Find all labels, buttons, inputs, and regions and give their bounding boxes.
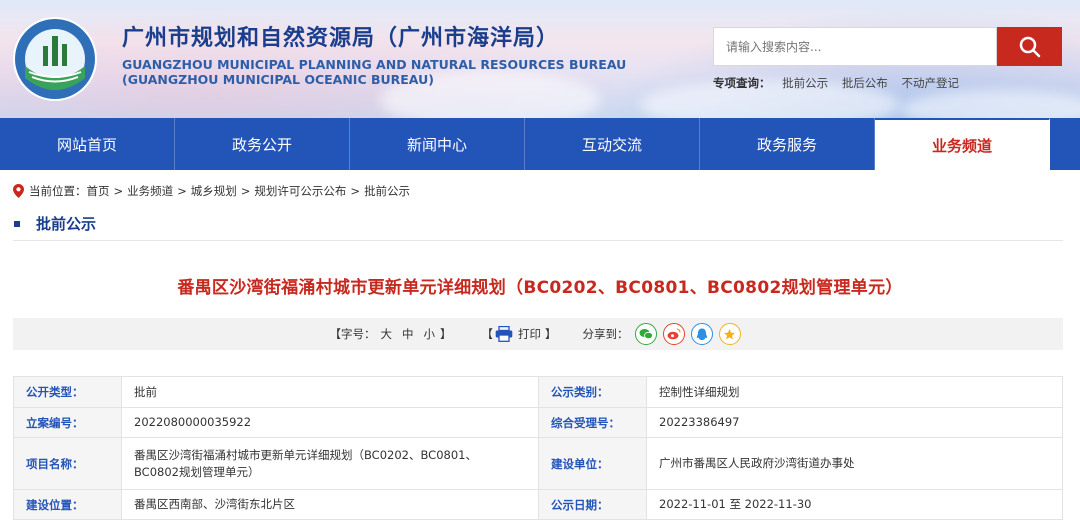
value-disclosure-type: 批前 bbox=[121, 376, 539, 408]
font-size-large[interactable]: 大 bbox=[381, 326, 393, 342]
nav-interaction[interactable]: 互动交流 bbox=[525, 118, 700, 170]
star-icon bbox=[724, 328, 735, 339]
share-favorite-button[interactable] bbox=[718, 323, 741, 345]
qq-icon bbox=[696, 328, 707, 340]
label-publicity-date: 公示日期： bbox=[538, 489, 647, 520]
site-title-cn: 广州市规划和自然资源局（广州市海洋局） bbox=[122, 26, 560, 51]
project-info-table: 公开类型： 批前 公示类别： 控制性详细规划 立案编号： 20220800000… bbox=[13, 376, 1063, 520]
weibo-icon bbox=[667, 328, 681, 340]
table-row: 建设位置： 番禺区西南部、沙湾街东北片区 公示日期： 2022-11-01 至 … bbox=[13, 489, 1063, 520]
share-weibo-button[interactable] bbox=[662, 323, 685, 345]
breadcrumb-urban-planning[interactable]: 城乡规划 bbox=[191, 183, 237, 199]
breadcrumb-business-channel[interactable]: 业务频道 bbox=[127, 183, 173, 199]
table-row: 公开类型： 批前 公示类别： 控制性详细规划 bbox=[13, 376, 1063, 408]
section-title-text: 批前公示 bbox=[36, 215, 97, 233]
table-row: 立案编号： 2022080000035922 综合受理号： 2022338649… bbox=[13, 407, 1063, 438]
quick-link-pre-publicity[interactable]: 批前公示 bbox=[782, 76, 828, 90]
label-construction-location: 建设位置： bbox=[13, 489, 122, 520]
search-icon bbox=[1019, 36, 1040, 57]
label-construction-unit: 建设单位： bbox=[538, 437, 647, 490]
label-disclosure-type: 公开类型： bbox=[13, 376, 122, 408]
value-project-name: 番禺区沙湾街福涌村城市更新单元详细规划（BC0202、BC0801、BC0802… bbox=[121, 437, 539, 490]
breadcrumb-permit-publicity[interactable]: 规划许可公示公布 bbox=[254, 183, 346, 199]
wechat-icon bbox=[639, 329, 653, 340]
location-pin-icon bbox=[13, 184, 24, 198]
section-divider bbox=[13, 240, 1063, 241]
nav-home[interactable]: 网站首页 bbox=[0, 118, 175, 170]
article-toolbar: 【字号： 大 中 小 】 【 打印 】 分享到： bbox=[13, 318, 1063, 350]
breadcrumb-pre-publicity[interactable]: 批前公示 bbox=[364, 183, 410, 199]
quick-link-property-registration[interactable]: 不动产登记 bbox=[901, 76, 959, 90]
value-case-number: 2022080000035922 bbox=[121, 407, 539, 438]
nav-business-channel[interactable]: 业务频道 bbox=[875, 118, 1050, 170]
share-qq-button[interactable] bbox=[690, 323, 713, 345]
value-publicity-date: 2022-11-01 至 2022-11-30 bbox=[646, 489, 1063, 520]
value-construction-location: 番禺区西南部、沙湾街东北片区 bbox=[121, 489, 539, 520]
nav-government-affairs[interactable]: 政务公开 bbox=[175, 118, 350, 170]
quick-link-post-publicity[interactable]: 批后公布 bbox=[842, 76, 888, 90]
breadcrumb: 当前位置： 首页 > 业务频道 > 城乡规划 > 规划许可公示公布 > 批前公示 bbox=[13, 183, 410, 199]
value-publicity-category: 控制性详细规划 bbox=[646, 376, 1063, 408]
search-input[interactable] bbox=[713, 27, 997, 66]
quick-links-label: 专项查询： bbox=[713, 76, 771, 90]
table-row: 项目名称： 番禺区沙湾街福涌村城市更新单元详细规划（BC0202、BC0801、… bbox=[13, 437, 1063, 490]
font-size-group: 【字号： 大 中 小 】 bbox=[329, 326, 452, 342]
breadcrumb-label: 当前位置： bbox=[29, 184, 87, 198]
article-title: 番禺区沙湾街福涌村城市更新单元详细规划（BC0202、BC0801、BC0802… bbox=[177, 278, 903, 298]
site-title-en-line2: (GUANGZHOU MUNICIPAL OCEANIC BUREAU) bbox=[122, 72, 434, 87]
nav-government-services[interactable]: 政务服务 bbox=[700, 118, 875, 170]
font-size-small[interactable]: 小 bbox=[424, 326, 436, 342]
share-wechat-button[interactable] bbox=[634, 323, 657, 345]
share-label: 分享到： bbox=[582, 327, 629, 341]
font-size-medium[interactable]: 中 bbox=[402, 326, 414, 342]
search-button[interactable] bbox=[997, 27, 1062, 66]
section-title: 批前公示 bbox=[14, 213, 96, 234]
bureau-logo bbox=[13, 17, 97, 101]
label-acceptance-number: 综合受理号： bbox=[538, 407, 647, 438]
printer-icon bbox=[495, 326, 513, 342]
quick-links: 专项查询： 批前公示 批后公布 不动产登记 bbox=[713, 75, 969, 91]
label-case-number: 立案编号： bbox=[13, 407, 122, 438]
value-acceptance-number: 20223386497 bbox=[646, 407, 1063, 438]
section-marker bbox=[14, 220, 20, 227]
site-title-en-line1: GUANGZHOU MUNICIPAL PLANNING AND NATURAL… bbox=[122, 57, 627, 72]
nav-news-center[interactable]: 新闻中心 bbox=[350, 118, 525, 170]
label-project-name: 项目名称： bbox=[13, 437, 122, 490]
breadcrumb-home[interactable]: 首页 bbox=[87, 183, 110, 199]
label-publicity-category: 公示类别： bbox=[538, 376, 647, 408]
value-construction-unit: 广州市番禺区人民政府沙湾街道办事处 bbox=[646, 437, 1063, 490]
main-nav: 网站首页 政务公开 新闻中心 互动交流 政务服务 业务频道 bbox=[0, 118, 1080, 170]
print-button[interactable]: 【 打印 】 bbox=[482, 326, 557, 342]
site-header: 广州市规划和自然资源局（广州市海洋局） GUANGZHOU MUNICIPAL … bbox=[0, 0, 1080, 118]
